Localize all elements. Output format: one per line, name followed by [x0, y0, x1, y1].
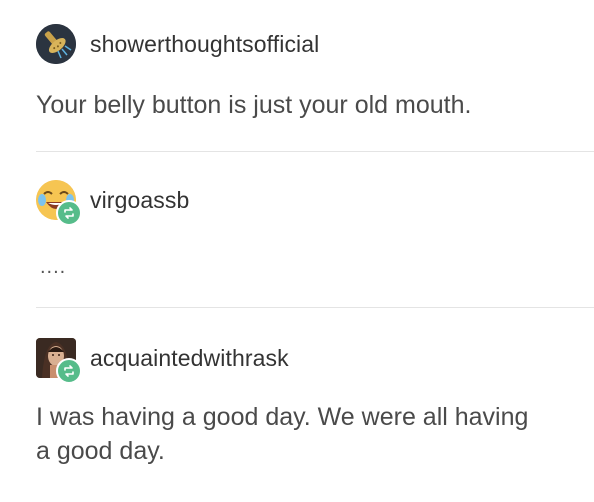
post-acquaintedwithrask: acquaintedwithrask I was having a good d…: [0, 308, 594, 502]
post-text: ....: [40, 256, 67, 278]
username[interactable]: virgoassb: [90, 187, 189, 214]
post-header: showerthoughtsofficial: [36, 24, 319, 64]
username[interactable]: acquaintedwithrask: [90, 345, 289, 372]
avatar[interactable]: [36, 24, 76, 64]
avatar[interactable]: [36, 338, 82, 384]
showerhead-avatar-icon: [36, 24, 76, 64]
reblog-icon: [56, 200, 82, 226]
post-showerthoughtsofficial: showerthoughtsofficial Your belly button…: [0, 0, 594, 150]
post-text: I was having a good day. We were all hav…: [36, 403, 529, 465]
post-header: virgoassb: [36, 180, 189, 226]
reblog-icon: [56, 358, 82, 384]
username[interactable]: showerthoughtsofficial: [90, 31, 319, 58]
post-header: acquaintedwithrask: [36, 338, 289, 384]
post-virgoassb: virgoassb ....: [0, 152, 594, 307]
post-text: Your belly button is just your old mouth…: [36, 91, 472, 119]
avatar[interactable]: [36, 180, 82, 226]
